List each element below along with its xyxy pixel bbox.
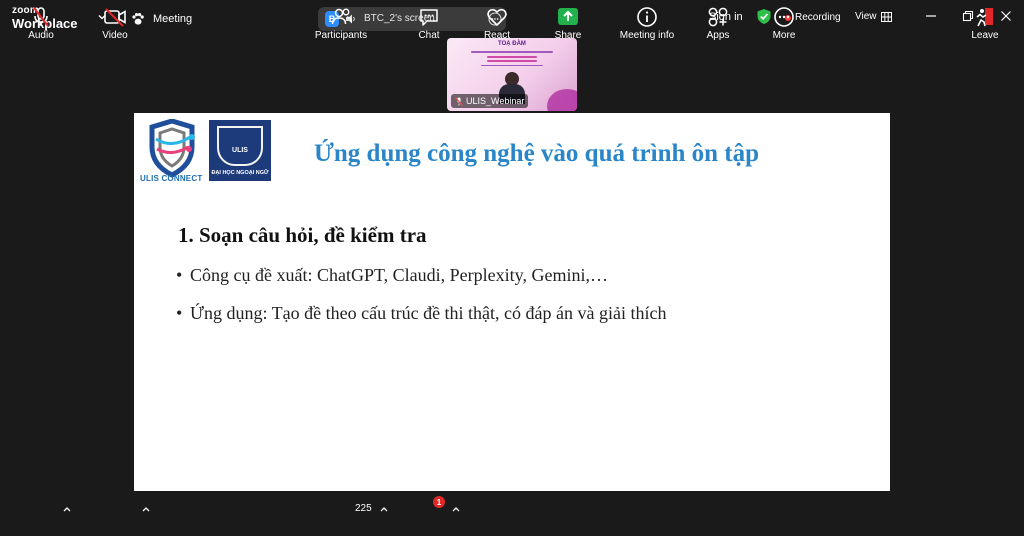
video-label: Video xyxy=(102,30,128,41)
more-button[interactable]: More xyxy=(749,4,819,42)
participant-video-thumbnail[interactable]: TOẠ ĐÀM ULIS_Webinar xyxy=(447,38,577,111)
view-label: View xyxy=(855,11,877,22)
participants-button[interactable]: Participants xyxy=(306,4,376,42)
meeting-info-button[interactable]: Meeting info xyxy=(612,4,682,42)
ulis-connect-label: ULIS CONNECT xyxy=(140,174,203,183)
apps-button[interactable]: Apps xyxy=(683,4,753,42)
participant-name: ULIS_Webinar xyxy=(466,96,525,106)
meeting-info-label: Meeting info xyxy=(619,30,675,41)
video-button[interactable]: Video xyxy=(80,4,150,42)
grid-view-icon xyxy=(880,11,892,22)
participants-label: Participants xyxy=(314,30,368,41)
slide-title: Ứng dụng công nghệ vào quá trình ôn tập xyxy=(314,140,760,167)
video-options-caret-icon[interactable] xyxy=(142,506,150,512)
participants-options-caret-icon[interactable] xyxy=(380,506,388,512)
leave-label: Leave xyxy=(971,30,999,41)
audio-button[interactable]: Audio xyxy=(6,4,76,42)
apps-icon xyxy=(708,7,728,27)
ulis-university-logo: ULIS ĐẠI HỌC NGOẠI NGỮ xyxy=(209,120,271,181)
share-screen-icon xyxy=(558,8,578,25)
chat-options-caret-icon[interactable] xyxy=(452,506,460,512)
slide-bullet: • Ứng dụng: Tạo đề theo cấu trúc đề thi t… xyxy=(176,303,667,324)
react-button[interactable]: React xyxy=(462,4,532,42)
bullet-text: Công cụ đề xuất: ChatGPT, Claudi, Perple… xyxy=(190,265,608,285)
share-label: Share xyxy=(554,30,582,41)
logo-shield-outline: ULIS xyxy=(217,126,263,166)
chat-button[interactable]: Chat xyxy=(394,4,464,42)
chat-unread-badge: 1 xyxy=(433,496,445,508)
chat-icon xyxy=(420,9,438,26)
apps-label: Apps xyxy=(706,30,730,41)
bullet-text: Ứng dụng: Tạo đề theo cấu trúc đề thi th… xyxy=(190,303,667,323)
ulis-logo-text: ULIS xyxy=(232,147,248,154)
audio-options-caret-icon[interactable] xyxy=(63,506,71,512)
mic-muted-icon xyxy=(455,96,463,106)
university-name: ĐẠI HỌC NGOẠI NGỮ xyxy=(211,170,269,176)
meeting-toolbar xyxy=(0,492,1024,536)
bullet-dot: • xyxy=(176,265,183,285)
leave-button[interactable]: Leave xyxy=(950,4,1020,42)
participants-count: 225 xyxy=(355,503,372,514)
more-label: More xyxy=(772,30,796,41)
bullet-dot: • xyxy=(176,303,183,323)
info-icon xyxy=(637,7,657,27)
leave-door-icon xyxy=(976,8,993,27)
heart-icon xyxy=(487,8,507,26)
mic-muted-icon xyxy=(33,7,49,27)
react-label: React xyxy=(483,30,511,41)
participant-name-tag: ULIS_Webinar xyxy=(451,94,529,108)
meeting-label: Meeting xyxy=(153,13,193,25)
minimize-icon[interactable] xyxy=(925,10,937,22)
participants-icon xyxy=(331,8,353,25)
share-button[interactable]: Share xyxy=(533,4,603,42)
shared-slide: ULIS CONNECT ULIS ĐẠI HỌC NGOẠI NGỮ Ứng … xyxy=(134,113,890,491)
slide-heading: 1. Soạn câu hỏi, đề kiểm tra xyxy=(178,223,427,247)
chat-label: Chat xyxy=(418,30,440,41)
audio-label: Audio xyxy=(28,30,54,41)
thumbnail-decoration xyxy=(547,89,577,111)
more-icon xyxy=(774,7,794,27)
view-menu[interactable]: View xyxy=(855,11,892,22)
slide-bullet: • Công cụ đề xuất: ChatGPT, Claudi, Perpl… xyxy=(176,265,608,286)
video-off-icon xyxy=(104,8,126,27)
